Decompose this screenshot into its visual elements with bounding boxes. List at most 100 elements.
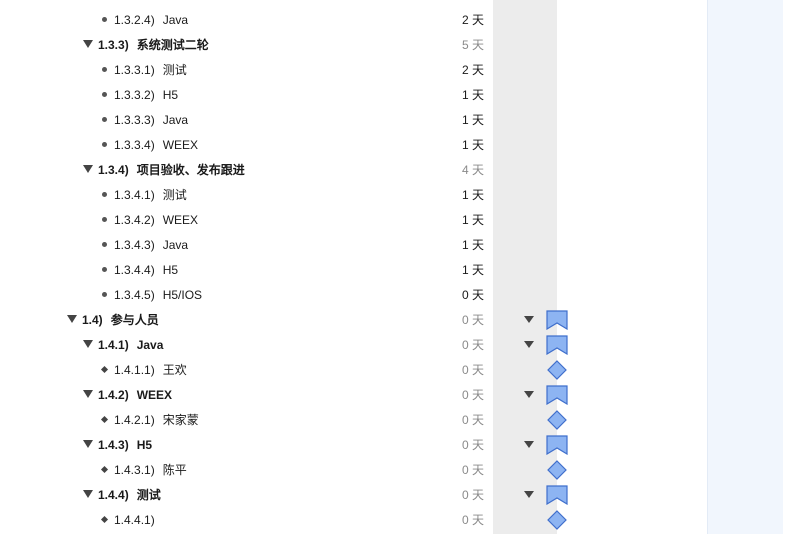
milestone-bullet-icon: [100, 365, 109, 374]
outline-row[interactable]: 1.3.3.3) Java 1 天: [0, 108, 800, 132]
task-label[interactable]: 1.3.4.5) H5/IOS: [114, 287, 202, 303]
task-duration: 0 天: [462, 488, 485, 502]
outline-row[interactable]: 1.3.3.1) 测试 2 天: [0, 58, 800, 82]
task-number: 1.3.3.4): [114, 138, 155, 152]
task-number: 1.3.4.5): [114, 288, 155, 302]
task-label[interactable]: 1.4.1) Java: [98, 337, 163, 353]
task-label[interactable]: 1.4.4.1): [114, 512, 163, 528]
task-name: H5: [162, 263, 179, 277]
task-number: 1.4.2.1): [114, 413, 155, 427]
outline-row[interactable]: 1.3.4.3) Java 1 天: [0, 233, 800, 257]
gantt-collapse-icon[interactable]: [524, 391, 534, 398]
outline-row[interactable]: 1.3.3.4) WEEX 1 天: [0, 133, 800, 157]
gantt-milestone-diamond-icon[interactable]: [547, 360, 567, 380]
gantt-collapse-icon[interactable]: [524, 341, 534, 348]
task-label[interactable]: 1.3.4.3) Java: [114, 237, 188, 253]
task-label[interactable]: 1.4.3) H5: [98, 437, 152, 453]
task-duration: 1 天: [462, 213, 485, 227]
task-label[interactable]: 1.3.3.2) H5: [114, 87, 178, 103]
gantt-group-bar-icon[interactable]: [546, 310, 568, 330]
disclosure-triangle-icon[interactable]: [83, 40, 93, 48]
outline-row[interactable]: 1.4.4) 测试 0 天: [0, 483, 800, 507]
task-label[interactable]: 1.3.4.4) H5: [114, 262, 178, 278]
outline-row[interactable]: 1.3.3) 系统测试二轮 5 天: [0, 33, 800, 57]
task-number: 1.4): [82, 313, 103, 327]
gantt-group-bar-icon[interactable]: [546, 435, 568, 455]
task-label[interactable]: 1.3.3.3) Java: [114, 112, 188, 128]
task-label[interactable]: 1.4.4) 测试: [98, 487, 161, 503]
task-name: Java: [162, 13, 189, 27]
task-label[interactable]: 1.4.2) WEEX: [98, 387, 172, 403]
task-number: 1.4.1): [98, 338, 129, 352]
outline-row[interactable]: 1.4.2.1) 宋家蒙 0 天: [0, 408, 800, 432]
outline-row[interactable]: 1.4.2) WEEX 0 天: [0, 383, 800, 407]
task-label[interactable]: 1.3.4.2) WEEX: [114, 212, 198, 228]
outline-row[interactable]: 1.3.4.4) H5 1 天: [0, 258, 800, 282]
task-label[interactable]: 1.4.1.1) 王欢: [114, 362, 187, 378]
task-bullet-icon: [102, 267, 107, 272]
task-name: 宋家蒙: [162, 413, 199, 427]
task-duration: 1 天: [462, 188, 485, 202]
task-label[interactable]: 1.4) 参与人员: [82, 312, 159, 328]
task-bullet-icon: [102, 142, 107, 147]
outline-row[interactable]: 1.4.1) Java 0 天: [0, 333, 800, 357]
disclosure-triangle-icon[interactable]: [83, 490, 93, 498]
disclosure-triangle-icon[interactable]: [67, 315, 77, 323]
outline-row[interactable]: 1.3.3.2) H5 1 天: [0, 83, 800, 107]
task-number: 1.3.4.2): [114, 213, 155, 227]
task-label[interactable]: 1.3.4.1) 测试: [114, 187, 187, 203]
task-duration: 0 天: [462, 338, 485, 352]
outline-row[interactable]: 1.4) 参与人员 0 天: [0, 308, 800, 332]
task-label[interactable]: 1.4.3.1) 陈平: [114, 462, 187, 478]
outline-tree: 1.3.2.4) Java 2 天 1.3.3) 系统测试二轮 5 天 1.3.3.1) 测试…: [0, 0, 800, 534]
milestone-bullet-icon: [100, 415, 109, 424]
milestone-bullet-icon: [100, 465, 109, 474]
outline-row[interactable]: 1.4.3.1) 陈平 0 天: [0, 458, 800, 482]
outline-row[interactable]: 1.3.2.4) Java 2 天: [0, 8, 800, 32]
gantt-group-bar-icon[interactable]: [546, 485, 568, 505]
task-name: WEEX: [136, 388, 173, 402]
outline-row[interactable]: 1.4.1.1) 王欢 0 天: [0, 358, 800, 382]
task-bullet-icon: [102, 92, 107, 97]
gantt-group-bar-icon[interactable]: [546, 385, 568, 405]
gantt-milestone-diamond-icon[interactable]: [547, 460, 567, 480]
task-name: Java: [162, 113, 189, 127]
task-name: H5: [136, 438, 153, 452]
gantt-collapse-icon[interactable]: [524, 491, 534, 498]
disclosure-triangle-icon[interactable]: [83, 340, 93, 348]
disclosure-triangle-icon[interactable]: [83, 440, 93, 448]
outline-row[interactable]: 1.4.4.1) 0 天: [0, 508, 800, 532]
task-name: 项目验收、发布跟进: [136, 163, 245, 177]
outline-row[interactable]: 1.3.4.1) 测试 1 天: [0, 183, 800, 207]
task-label[interactable]: 1.3.4) 项目验收、发布跟进: [98, 162, 245, 178]
gantt-collapse-icon[interactable]: [524, 441, 534, 448]
task-duration: 4 天: [462, 163, 485, 177]
task-label[interactable]: 1.4.2.1) 宋家蒙: [114, 412, 199, 428]
gantt-milestone-diamond-icon[interactable]: [547, 510, 567, 530]
outline-row[interactable]: 1.3.4.5) H5/IOS 0 天: [0, 283, 800, 307]
gantt-milestone-diamond-icon[interactable]: [547, 410, 567, 430]
task-bullet-icon: [102, 17, 107, 22]
task-duration: 1 天: [462, 88, 485, 102]
task-number: 1.4.2): [98, 388, 129, 402]
task-number: 1.3.4.4): [114, 263, 155, 277]
task-duration: 2 天: [462, 13, 485, 27]
task-duration: 0 天: [462, 388, 485, 402]
task-duration: 0 天: [462, 438, 485, 452]
gantt-group-bar-icon[interactable]: [546, 335, 568, 355]
task-label[interactable]: 1.3.3.1) 测试: [114, 62, 187, 78]
task-label[interactable]: 1.3.2.4) Java: [114, 12, 188, 28]
disclosure-triangle-icon[interactable]: [83, 165, 93, 173]
task-name: 参与人员: [110, 313, 159, 327]
task-number: 1.3.4.3): [114, 238, 155, 252]
task-bullet-icon: [102, 242, 107, 247]
outline-row[interactable]: 1.3.4.2) WEEX 1 天: [0, 208, 800, 232]
disclosure-triangle-icon[interactable]: [83, 390, 93, 398]
outline-row[interactable]: 1.4.3) H5 0 天: [0, 433, 800, 457]
task-label[interactable]: 1.3.3) 系统测试二轮: [98, 37, 209, 53]
task-number: 1.4.4): [98, 488, 129, 502]
task-label[interactable]: 1.3.3.4) WEEX: [114, 137, 198, 153]
task-number: 1.3.4.1): [114, 188, 155, 202]
gantt-collapse-icon[interactable]: [524, 316, 534, 323]
outline-row[interactable]: 1.3.4) 项目验收、发布跟进 4 天: [0, 158, 800, 182]
